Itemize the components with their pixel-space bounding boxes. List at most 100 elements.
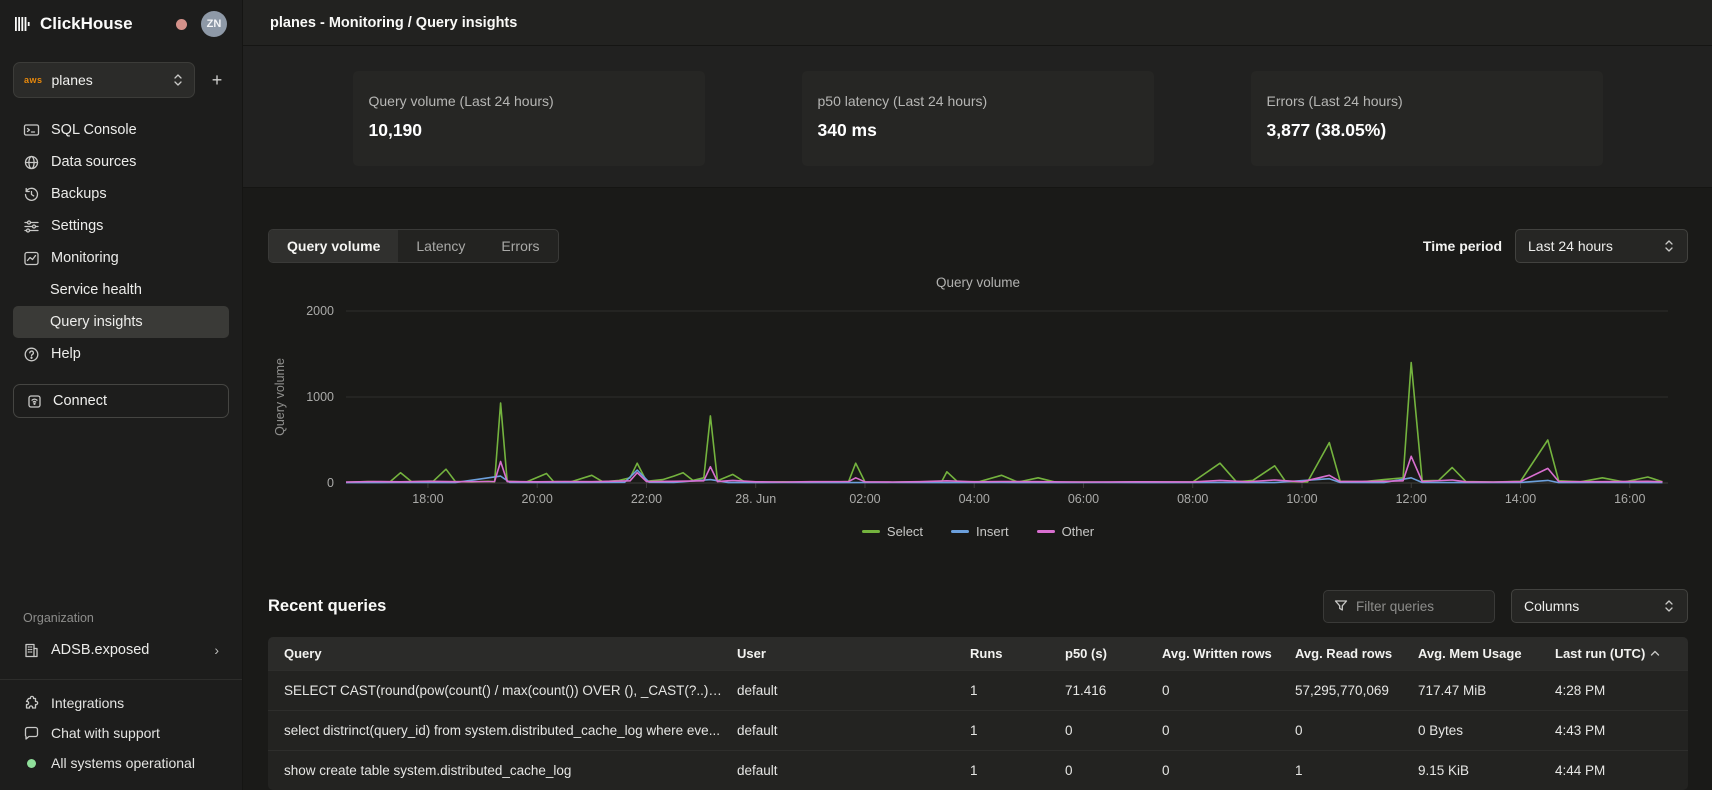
sidebar-item-data-sources[interactable]: Data sources	[13, 146, 229, 178]
sidebar-item-settings[interactable]: Settings	[13, 210, 229, 242]
funnel-icon	[1334, 599, 1348, 613]
cell-runs: 1	[970, 763, 1065, 778]
legend-insert-swatch	[951, 530, 969, 533]
cell-query: SELECT CAST(round(pow(count() / max(coun…	[284, 683, 737, 698]
sidebar-item-query-insights[interactable]: Query insights	[13, 306, 229, 338]
system-status[interactable]: All systems operational	[13, 748, 229, 778]
stat-label: Errors (Last 24 hours)	[1267, 93, 1587, 109]
svg-text:0: 0	[327, 476, 334, 490]
table-row[interactable]: select distrinct(query_id) from system.d…	[268, 710, 1688, 750]
time-period-select[interactable]: Last 24 hours	[1515, 229, 1688, 263]
filter-queries-input[interactable]	[1356, 599, 1476, 614]
sidebar-item-label: Backups	[51, 186, 107, 202]
sidebar-item-monitoring[interactable]: Monitoring	[13, 242, 229, 274]
cell-runs: 1	[970, 683, 1065, 698]
filter-queries-box	[1323, 590, 1495, 623]
cell-user: default	[737, 763, 970, 778]
table-row[interactable]: show create table system.distributed_cac…	[268, 750, 1688, 790]
sidebar-item-help[interactable]: Help	[13, 338, 229, 370]
service-name: planes	[52, 72, 163, 88]
svg-text:1000: 1000	[306, 390, 334, 404]
user-avatar[interactable]: ZN	[201, 11, 227, 37]
sidebar-item-label: Settings	[51, 218, 103, 234]
chevron-right-icon: ›	[214, 642, 219, 658]
chart-legend: Select Insert Other	[268, 524, 1688, 539]
chart-controls-row: Query volume Latency Errors Time period …	[268, 229, 1688, 263]
table-row[interactable]: SELECT CAST(round(pow(count() / max(coun…	[268, 670, 1688, 710]
metric-tabs: Query volume Latency Errors	[268, 229, 559, 263]
legend-item-other[interactable]: Other	[1037, 524, 1095, 539]
query-volume-chart[interactable]: 01000200018:0020:0022:0028. Jun02:0004:0…	[268, 293, 1688, 508]
col-header-runs[interactable]: Runs	[970, 646, 1065, 661]
sidebar-item-label: Query insights	[50, 314, 143, 330]
svg-text:04:00: 04:00	[959, 492, 990, 506]
svg-text:12:00: 12:00	[1396, 492, 1427, 506]
connect-button[interactable]: Connect	[13, 384, 229, 418]
legend-select-swatch	[862, 530, 880, 533]
puzzle-icon	[23, 695, 40, 712]
columns-select[interactable]: Columns	[1511, 589, 1688, 623]
tab-errors[interactable]: Errors	[483, 230, 557, 262]
chat-bubble-icon	[23, 725, 40, 742]
brand-name: ClickHouse	[40, 14, 133, 34]
col-header-last-run[interactable]: Last run (UTC)	[1555, 646, 1688, 661]
help-icon	[23, 346, 40, 363]
legend-other-swatch	[1037, 530, 1055, 533]
stat-label: p50 latency (Last 24 hours)	[818, 93, 1138, 109]
clickhouse-logo[interactable]: ClickHouse	[15, 14, 133, 34]
recent-queries-title: Recent queries	[268, 597, 386, 616]
stat-value: 10,190	[369, 120, 689, 141]
col-header-p50[interactable]: p50 (s)	[1065, 646, 1162, 661]
recent-queries-header: Recent queries Columns	[268, 589, 1688, 623]
app-window: ClickHouse ZN aws planes + SQL Console	[0, 0, 1712, 790]
chevron-updown-icon	[1663, 239, 1675, 253]
col-header-avg-written[interactable]: Avg. Written rows	[1162, 646, 1295, 661]
sidebar-item-label: Help	[51, 346, 81, 362]
data-sources-icon	[23, 154, 40, 171]
sidebar-item-service-health[interactable]: Service health	[13, 274, 229, 306]
status-label: All systems operational	[51, 755, 195, 771]
service-selector[interactable]: aws planes	[13, 62, 195, 98]
legend-item-insert[interactable]: Insert	[951, 524, 1009, 539]
footer-item-label: Integrations	[51, 695, 124, 711]
organization-switcher[interactable]: ADSB.exposed ›	[13, 635, 229, 665]
table-header-row: Query User Runs p50 (s) Avg. Written row…	[268, 637, 1688, 670]
legend-label: Select	[887, 524, 923, 539]
col-header-query[interactable]: Query	[284, 646, 737, 661]
col-header-avg-mem[interactable]: Avg. Mem Usage	[1418, 646, 1555, 661]
add-service-button[interactable]: +	[205, 70, 229, 91]
svg-text:14:00: 14:00	[1505, 492, 1536, 506]
svg-text:2000: 2000	[306, 304, 334, 318]
stat-card-errors: Errors (Last 24 hours) 3,877 (38.05%)	[1251, 71, 1603, 166]
cell-user: default	[737, 683, 970, 698]
col-header-user[interactable]: User	[737, 646, 970, 661]
footer-item-label: Chat with support	[51, 725, 160, 741]
time-period-value: Last 24 hours	[1528, 238, 1613, 254]
legend-item-select[interactable]: Select	[862, 524, 923, 539]
cell-p50: 0	[1065, 763, 1162, 778]
main-area: planes - Monitoring / Query insights Que…	[243, 0, 1712, 790]
sidebar-item-integrations[interactable]: Integrations	[13, 688, 229, 718]
tab-latency[interactable]: Latency	[398, 230, 483, 262]
organization-name: ADSB.exposed	[51, 642, 149, 658]
legend-label: Insert	[976, 524, 1009, 539]
cell-avg-read: 57,295,770,069	[1295, 683, 1418, 698]
svg-text:18:00: 18:00	[412, 492, 443, 506]
time-period-label: Time period	[1423, 238, 1502, 254]
svg-text:28. Jun: 28. Jun	[735, 492, 776, 506]
svg-text:08:00: 08:00	[1177, 492, 1208, 506]
sidebar-item-backups[interactable]: Backups	[13, 178, 229, 210]
sidebar-nav: SQL Console Data sources Backups Setting…	[0, 114, 242, 370]
chart-section: Query volume 01000200018:0020:0022:0028.…	[268, 275, 1688, 539]
sidebar-footer: Integrations Chat with support All syste…	[0, 688, 242, 790]
monitoring-chart-icon	[23, 250, 40, 267]
tab-query-volume[interactable]: Query volume	[269, 230, 398, 262]
stat-value: 340 ms	[818, 120, 1138, 141]
col-header-avg-read[interactable]: Avg. Read rows	[1295, 646, 1418, 661]
stat-card-query-volume: Query volume (Last 24 hours) 10,190	[353, 71, 705, 166]
sidebar-item-chat-support[interactable]: Chat with support	[13, 718, 229, 748]
sidebar-item-sql-console[interactable]: SQL Console	[13, 114, 229, 146]
chevron-updown-icon	[1663, 599, 1675, 613]
cell-avg-mem: 0 Bytes	[1418, 723, 1555, 738]
notification-dot[interactable]	[176, 19, 187, 30]
